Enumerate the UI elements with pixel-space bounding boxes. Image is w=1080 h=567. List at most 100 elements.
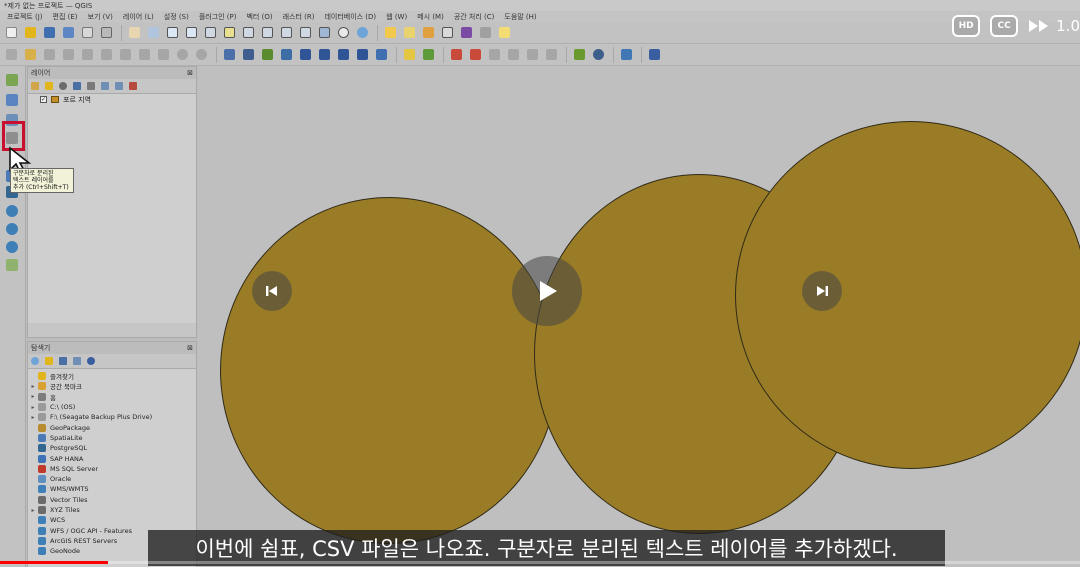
snapping-button[interactable] [448, 47, 464, 63]
layout-manager-button[interactable] [98, 25, 114, 41]
hd-badge[interactable]: HD [952, 15, 981, 37]
label-tool-button[interactable] [401, 47, 417, 63]
menu-database[interactable]: 데이터베이스 (D) [319, 12, 381, 22]
add-vector-button[interactable] [259, 47, 275, 63]
cc-badge[interactable]: CC [990, 15, 1019, 37]
menu-project[interactable]: 프로젝트 (J) [2, 12, 48, 22]
menu-help[interactable]: 도움말 (H) [499, 12, 541, 22]
filter-icon[interactable] [59, 357, 67, 365]
browser-item[interactable]: GeoPackage [28, 422, 196, 432]
offset-tool-button[interactable] [543, 47, 559, 63]
redo-button[interactable] [193, 47, 209, 63]
expand-arrow-icon[interactable]: ▸ [28, 507, 38, 514]
add-wcs-layer-button[interactable] [3, 221, 21, 237]
undo-button[interactable] [174, 47, 190, 63]
map-feature-circle[interactable] [220, 197, 558, 544]
temporal-controller-button[interactable] [335, 25, 351, 41]
browser-item[interactable]: ▸ 공간 북마크 [28, 381, 196, 391]
pin-label-button[interactable] [335, 47, 351, 63]
delete-selected-button[interactable] [98, 47, 114, 63]
menu-mesh[interactable]: 메시 (M) [412, 12, 449, 22]
browser-item[interactable]: WMS/WMTS [28, 484, 196, 494]
menu-layer[interactable]: 레이어 (L) [118, 12, 159, 22]
browser-item[interactable]: Vector Tiles [28, 495, 196, 505]
zoom-full-button[interactable] [202, 25, 218, 41]
new-map-view-button[interactable] [316, 25, 332, 41]
browser-item[interactable]: ▸ XYZ Tiles [28, 505, 196, 515]
statistics-button[interactable] [458, 25, 474, 41]
vertex-tool-button[interactable] [79, 47, 95, 63]
zoom-selection-button[interactable] [221, 25, 237, 41]
add-raster-layer-button[interactable] [3, 92, 21, 108]
python-console-button[interactable] [618, 47, 634, 63]
new-vector-layer-button[interactable] [3, 257, 21, 273]
expand-arrow-icon[interactable]: ▸ [28, 393, 38, 400]
georeferencer-button[interactable] [571, 47, 587, 63]
add-feature-button[interactable] [60, 47, 76, 63]
menu-raster[interactable]: 래스터 (R) [278, 12, 320, 22]
attribute-table-button[interactable] [439, 25, 455, 41]
menu-plugins[interactable]: 플러그인 (P) [194, 12, 242, 22]
menu-edit[interactable]: 편집 (E) [48, 12, 83, 22]
rotate-label-button[interactable] [316, 47, 332, 63]
cut-features-button[interactable] [117, 47, 133, 63]
pan-to-selection-button[interactable] [145, 25, 161, 41]
browser-item[interactable]: Oracle [28, 474, 196, 484]
digitize-button[interactable] [278, 47, 294, 63]
toggle-editing-button[interactable] [22, 47, 38, 63]
zoom-out-button[interactable] [183, 25, 199, 41]
menu-web[interactable]: 웹 (W) [381, 12, 412, 22]
refresh-icon[interactable] [31, 357, 39, 365]
field-calculator-button[interactable] [221, 47, 237, 63]
info-icon[interactable] [87, 357, 95, 365]
browser-item[interactable]: MS SQL Server [28, 464, 196, 474]
remove-layer-icon[interactable] [129, 82, 137, 90]
video-progress-bar[interactable] [0, 561, 1080, 564]
select-features-button[interactable] [401, 25, 417, 41]
advanced-digitize-button[interactable] [467, 47, 483, 63]
refresh-button[interactable] [354, 25, 370, 41]
add-directory-icon[interactable] [45, 357, 53, 365]
browser-item[interactable]: 즐겨찾기 [28, 371, 196, 381]
add-wms-layer-button[interactable] [3, 203, 21, 219]
video-play-button[interactable] [512, 256, 582, 326]
paste-features-button[interactable] [155, 47, 171, 63]
browser-item[interactable]: ▸ 홈 [28, 392, 196, 402]
split-tool-button[interactable] [505, 47, 521, 63]
measure-button[interactable] [477, 25, 493, 41]
add-wfs-layer-button[interactable] [3, 239, 21, 255]
browser-item[interactable]: WCS [28, 515, 196, 525]
merge-tool-button[interactable] [524, 47, 540, 63]
zoom-next-button[interactable] [297, 25, 313, 41]
layer-item[interactable]: ✓ 포르 지역 [28, 94, 196, 105]
zoom-layer-button[interactable] [240, 25, 256, 41]
playback-speed[interactable]: 1.0 [1028, 17, 1080, 35]
add-group-icon[interactable] [45, 82, 53, 90]
new-project-button[interactable] [3, 25, 19, 41]
zoom-native-button[interactable] [259, 25, 275, 41]
browser-item[interactable]: SpatiaLite [28, 433, 196, 443]
filter-legend-icon[interactable] [87, 82, 95, 90]
current-edits-button[interactable] [3, 47, 19, 63]
expand-all-icon[interactable] [101, 82, 109, 90]
expand-arrow-icon[interactable]: ▸ [28, 383, 38, 390]
filter-icon[interactable] [73, 82, 81, 90]
menu-view[interactable]: 보기 (V) [83, 12, 118, 22]
deselect-button[interactable] [420, 25, 436, 41]
zoom-last-button[interactable] [278, 25, 294, 41]
annotation-button[interactable] [496, 25, 512, 41]
map-canvas[interactable] [198, 66, 1080, 567]
browser-item[interactable]: ▸ F:\ (Seagate Backup Plus Drive) [28, 412, 196, 422]
menu-settings[interactable]: 설정 (S) [159, 12, 194, 22]
gps-button[interactable] [590, 47, 606, 63]
help-button[interactable] [646, 47, 662, 63]
video-prev-button[interactable] [252, 271, 292, 311]
zoom-in-button[interactable] [164, 25, 180, 41]
video-next-button[interactable] [802, 271, 842, 311]
show-label-button[interactable] [354, 47, 370, 63]
collapse-all-icon[interactable] [115, 82, 123, 90]
panel-close-icon[interactable]: ⊠ [187, 344, 193, 352]
style-manager-button[interactable] [240, 47, 256, 63]
collapse-icon[interactable] [73, 357, 81, 365]
save-project-button[interactable] [41, 25, 57, 41]
